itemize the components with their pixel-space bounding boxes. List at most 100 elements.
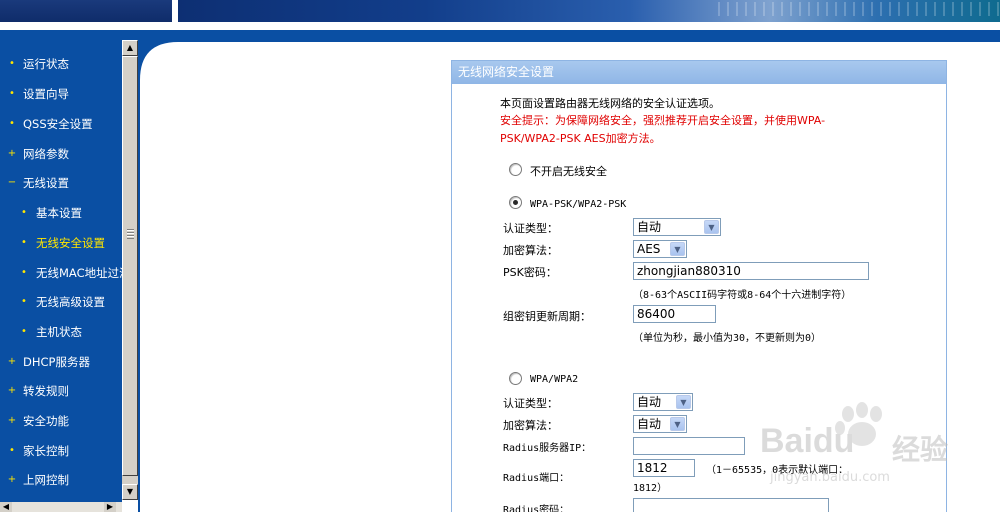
sidebar-item-label: 上网控制: [23, 473, 69, 487]
psk-password-label: PSK密码：: [503, 266, 557, 279]
baidu-jingyan-watermark: Baidu 经验 jingyan.baidu.com: [760, 400, 990, 500]
radius-password-input[interactable]: [633, 498, 829, 512]
wpa-cipher-select[interactable]: 自动 ▼: [633, 415, 687, 433]
sidebar-item[interactable]: • 运行状态: [0, 54, 122, 74]
psk-password-hint: （8-63个ASCII码字符或8-64个十六进制字符）: [633, 290, 852, 301]
sidebar-item-label: 基本设置: [36, 206, 82, 220]
horizontal-scrollbar[interactable]: ◀ ▶: [0, 502, 122, 512]
wpa-cipher-value: 自动: [637, 417, 662, 431]
radio-wpa-psk[interactable]: [509, 196, 522, 209]
sidebar-item[interactable]: + 转发规则: [0, 381, 122, 401]
security-warning-line1: 安全提示：为保障网络安全，强烈推荐开启安全设置，并使用WPA-: [500, 114, 826, 127]
radius-port-input[interactable]: 1812: [633, 459, 695, 477]
sidebar-item[interactable]: • 基本设置: [0, 203, 122, 223]
sidebar-item[interactable]: • 无线MAC地址过滤: [0, 263, 122, 283]
sidebar-item-label: 无线安全设置: [36, 236, 105, 250]
sidebar-item-label: 主机状态: [36, 325, 82, 339]
bullet-icon: •: [9, 58, 15, 69]
option-wpa-label: WPA/WPA2: [530, 374, 579, 385]
bullet-icon: •: [9, 88, 15, 99]
psk-password-input[interactable]: zhongjian880310: [633, 262, 869, 280]
sidebar-scrollbar[interactable]: ▲ ▼: [122, 40, 138, 500]
radius-password-label: Radius密码：: [503, 505, 570, 512]
sidebar-item[interactable]: • 设置向导: [0, 84, 122, 104]
scroll-left-button[interactable]: ◀: [0, 502, 12, 512]
panel-title: 无线网络安全设置: [452, 61, 946, 84]
chevron-down-icon: ▼: [670, 242, 685, 256]
group-key-period-input[interactable]: 86400: [633, 305, 716, 323]
radius-ip-label: Radius服务器IP：: [503, 443, 592, 454]
bullet-icon: •: [21, 326, 27, 337]
group-key-period-label: 组密钥更新周期：: [503, 310, 591, 323]
radius-port-label: Radius端口：: [503, 473, 570, 484]
wpa-cipher-label: 加密算法：: [503, 419, 558, 432]
sidebar-item-label: 安全功能: [23, 414, 69, 428]
bullet-icon: +: [7, 474, 17, 485]
psk-cipher-select[interactable]: AES ▼: [633, 240, 687, 258]
bullet-icon: +: [7, 415, 17, 426]
sidebar-item[interactable]: + 安全功能: [0, 411, 122, 431]
chevron-down-icon: ▼: [676, 395, 691, 409]
watermark-url: jingyan.baidu.com: [770, 470, 890, 485]
scroll-up-button[interactable]: ▲: [122, 40, 138, 56]
intro-text: 本页面设置路由器无线网络的安全认证选项。: [500, 97, 720, 110]
group-key-period-hint: （单位为秒，最小值为30，不更新则为0）: [633, 333, 822, 344]
psk-auth-type-select[interactable]: 自动 ▼: [633, 218, 721, 236]
sidebar-item[interactable]: • 家长控制: [0, 441, 122, 461]
sidebar-item-label: 无线MAC地址过滤: [36, 266, 122, 280]
bullet-icon: •: [21, 237, 27, 248]
scroll-right-button[interactable]: ▶: [104, 502, 116, 512]
sidebar-item-label: 无线高级设置: [36, 295, 105, 309]
sidebar-item-label: QSS安全设置: [23, 117, 93, 131]
sidebar-item-label: DHCP服务器: [23, 355, 90, 369]
scroll-thumb[interactable]: [122, 56, 138, 476]
bullet-icon: •: [21, 207, 27, 218]
security-warning-line2: PSK/WPA2-PSK AES加密方法。: [500, 132, 661, 145]
option-no-security-label: 不开启无线安全: [530, 165, 607, 178]
wpa-auth-type-label: 认证类型：: [503, 397, 558, 410]
bullet-icon: +: [7, 356, 17, 367]
radio-wpa[interactable]: [509, 372, 522, 385]
top-banner: [0, 0, 1000, 40]
psk-cipher-value: AES: [637, 242, 661, 256]
bullet-icon: −: [7, 177, 17, 188]
bullet-icon: •: [9, 118, 15, 129]
banner-logo-area: [0, 0, 172, 22]
sidebar-item[interactable]: • 无线高级设置: [0, 292, 122, 312]
sidebar-item[interactable]: • QSS安全设置: [0, 114, 122, 134]
banner-image: [178, 0, 1000, 22]
radius-ip-input[interactable]: [633, 437, 745, 455]
wpa-auth-type-select[interactable]: 自动 ▼: [633, 393, 693, 411]
chevron-down-icon: ▼: [704, 220, 719, 234]
psk-auth-type-value: 自动: [637, 220, 662, 234]
sidebar-item[interactable]: + 上网控制: [0, 470, 122, 490]
sidebar-item-label: 无线设置: [23, 176, 69, 190]
bullet-icon: •: [21, 296, 27, 307]
sidebar-item-label: 网络参数: [23, 147, 69, 161]
bullet-icon: +: [7, 148, 17, 159]
sidebar-item[interactable]: • 主机状态: [0, 322, 122, 342]
watermark-brand: Baidu: [760, 422, 855, 460]
sidebar-item[interactable]: − 无线设置: [0, 173, 122, 193]
sidebar-item[interactable]: + 网络参数: [0, 144, 122, 164]
option-wpa-psk-label: WPA-PSK/WPA2-PSK: [530, 199, 627, 210]
watermark-brand-cn: 经验: [892, 433, 949, 466]
sidebar-item[interactable]: • 无线安全设置: [0, 233, 122, 253]
bullet-icon: •: [21, 267, 27, 278]
sidebar-item-label: 运行状态: [23, 57, 69, 71]
bullet-icon: •: [9, 445, 15, 456]
sidebar-item-label: 设置向导: [23, 87, 69, 101]
chevron-down-icon: ▼: [670, 417, 685, 431]
radius-port-hint-cont: 1812）: [633, 483, 668, 494]
sidebar-item-label: 转发规则: [23, 384, 69, 398]
sidebar-item-label: 家长控制: [23, 444, 69, 458]
radio-no-security[interactable]: [509, 163, 522, 176]
banner-band: [0, 30, 1000, 40]
psk-cipher-label: 加密算法：: [503, 244, 558, 257]
wpa-auth-type-value: 自动: [637, 395, 662, 409]
sidebar-menu: • 运行状态 • 设置向导 • QSS安全设置 + 网络参数 − 无线设置 • 基本设置 • 无线安全设置…: [0, 40, 122, 502]
sidebar-item[interactable]: + DHCP服务器: [0, 352, 122, 372]
bullet-icon: +: [7, 385, 17, 396]
scroll-down-button[interactable]: ▼: [122, 484, 138, 500]
psk-auth-type-label: 认证类型：: [503, 222, 558, 235]
